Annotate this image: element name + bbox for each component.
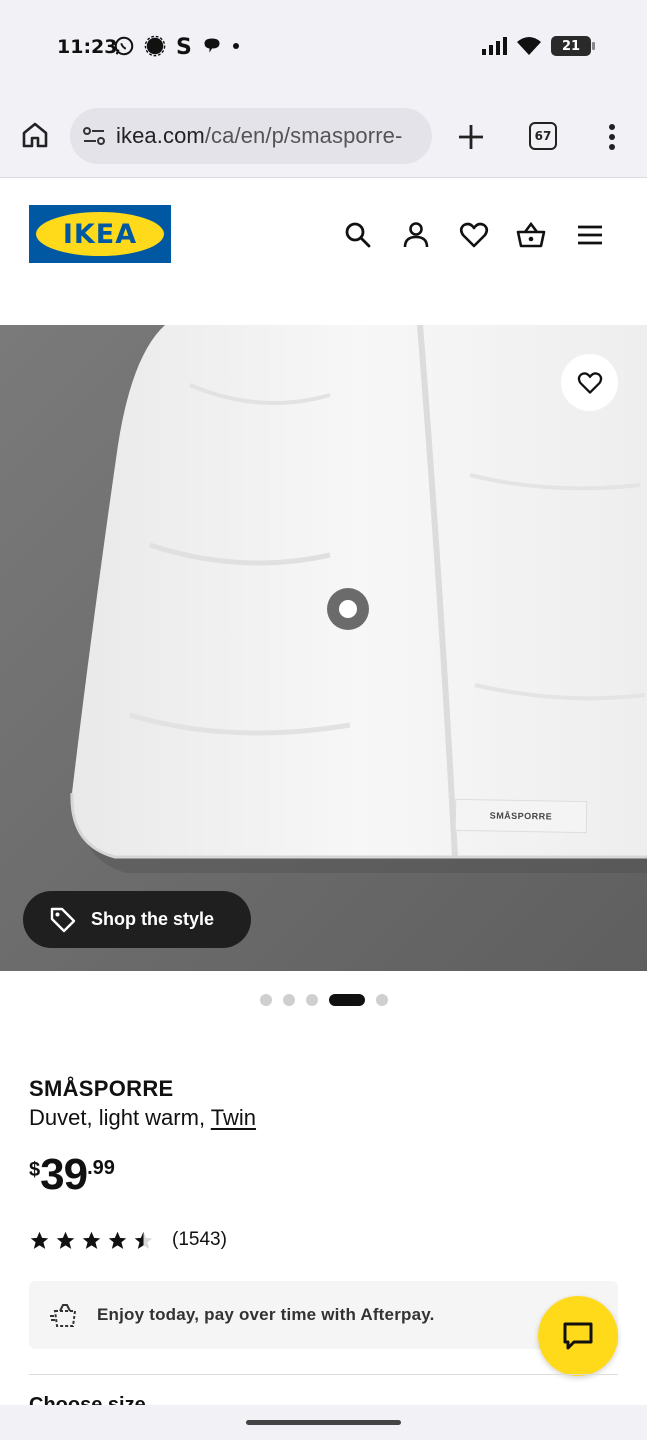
price-integer: 39 — [40, 1150, 88, 1199]
site-settings-icon[interactable] — [82, 125, 106, 147]
cell-signal-icon — [482, 37, 507, 55]
chat-icon — [563, 1322, 593, 1350]
chat-bubble-icon — [204, 38, 220, 53]
shop-the-style-label: Shop the style — [91, 909, 215, 929]
logo-oval: IKEA — [36, 212, 164, 256]
dot-icon — [233, 43, 239, 49]
wifi-icon — [517, 37, 541, 55]
whatsapp-icon — [114, 36, 134, 56]
product-description-text: Duvet, light warm, — [29, 1105, 211, 1130]
carousel-dot[interactable] — [375, 994, 388, 1006]
price-decimal: .99 — [87, 1157, 115, 1179]
carousel-dot-active[interactable] — [328, 994, 365, 1006]
tab-switcher-button[interactable]: 67 — [529, 122, 557, 150]
star-icon — [56, 1231, 75, 1249]
browser-toolbar: ikea.com/ca/en/p/smasporre- 67 — [0, 96, 647, 178]
product-image[interactable]: SMÅSPORRE Shop the style — [0, 325, 647, 971]
afterpay-text: Enjoy today, pay over time with Afterpay… — [97, 1305, 435, 1324]
url-path: /ca/en/p/smasporre- — [204, 123, 403, 148]
star-icon — [108, 1231, 127, 1249]
product-rating[interactable]: (1543) — [29, 1229, 227, 1251]
star-icon — [82, 1231, 101, 1249]
rating-stars — [29, 1230, 154, 1251]
add-to-favourites-button[interactable] — [561, 354, 618, 411]
site-header: IKEA — [0, 178, 647, 325]
afterpay-banner[interactable]: Enjoy today, pay over time with Afterpay… — [29, 1281, 618, 1349]
duvet-tag: SMÅSPORRE — [454, 798, 588, 834]
price-currency: $ — [29, 1159, 41, 1181]
ikea-logo[interactable]: IKEA — [29, 205, 171, 263]
search-icon[interactable] — [343, 220, 373, 250]
hotspot-dot — [339, 600, 357, 618]
svg-text:S: S — [176, 35, 192, 58]
url-text: ikea.com/ca/en/p/smasporre- — [116, 123, 402, 149]
product-name: SMÅSPORRE — [29, 1076, 174, 1101]
cart-icon[interactable] — [516, 220, 546, 250]
favourites-icon[interactable] — [459, 220, 489, 250]
duvet-photo — [0, 325, 647, 971]
logo-text: IKEA — [62, 218, 138, 250]
carousel-dot[interactable] — [282, 994, 295, 1006]
product-hotspot[interactable] — [327, 588, 369, 630]
s-app-icon: S — [176, 35, 192, 58]
star-icon — [30, 1231, 49, 1249]
product-price: $ 39 .99 — [29, 1153, 115, 1197]
price-tag-icon — [50, 907, 76, 932]
rating-count: (1543) — [172, 1229, 227, 1250]
account-icon[interactable] — [401, 220, 431, 250]
status-bar: 11:23 S 21 — [0, 0, 647, 96]
chat-button[interactable] — [538, 1296, 618, 1376]
carousel-dot[interactable] — [259, 994, 272, 1006]
half-star-icon — [134, 1231, 153, 1249]
shop-the-style-button[interactable]: Shop the style — [23, 891, 251, 948]
signal-app-icon — [144, 35, 166, 57]
carousel-dots — [0, 993, 647, 1007]
more-options-icon[interactable] — [600, 122, 624, 152]
menu-icon[interactable] — [575, 220, 605, 250]
heart-icon — [577, 371, 602, 394]
system-icons: 21 — [481, 36, 595, 56]
section-divider — [29, 1374, 618, 1375]
url-host: ikea.com — [116, 123, 205, 148]
size-link[interactable]: Twin — [211, 1105, 256, 1130]
status-time: 11:23 — [57, 36, 118, 58]
new-tab-icon[interactable] — [456, 122, 486, 152]
gesture-handle[interactable] — [246, 1420, 401, 1425]
battery-icon: 21 — [551, 36, 595, 56]
notification-icons: S — [113, 34, 241, 58]
home-icon[interactable] — [20, 120, 50, 150]
address-bar[interactable]: ikea.com/ca/en/p/smasporre- — [70, 108, 432, 164]
carousel-dot[interactable] — [305, 994, 318, 1006]
system-nav-bar — [0, 1405, 647, 1440]
product-description: Duvet, light warm, Twin — [29, 1105, 256, 1131]
afterpay-icon — [50, 1304, 77, 1327]
